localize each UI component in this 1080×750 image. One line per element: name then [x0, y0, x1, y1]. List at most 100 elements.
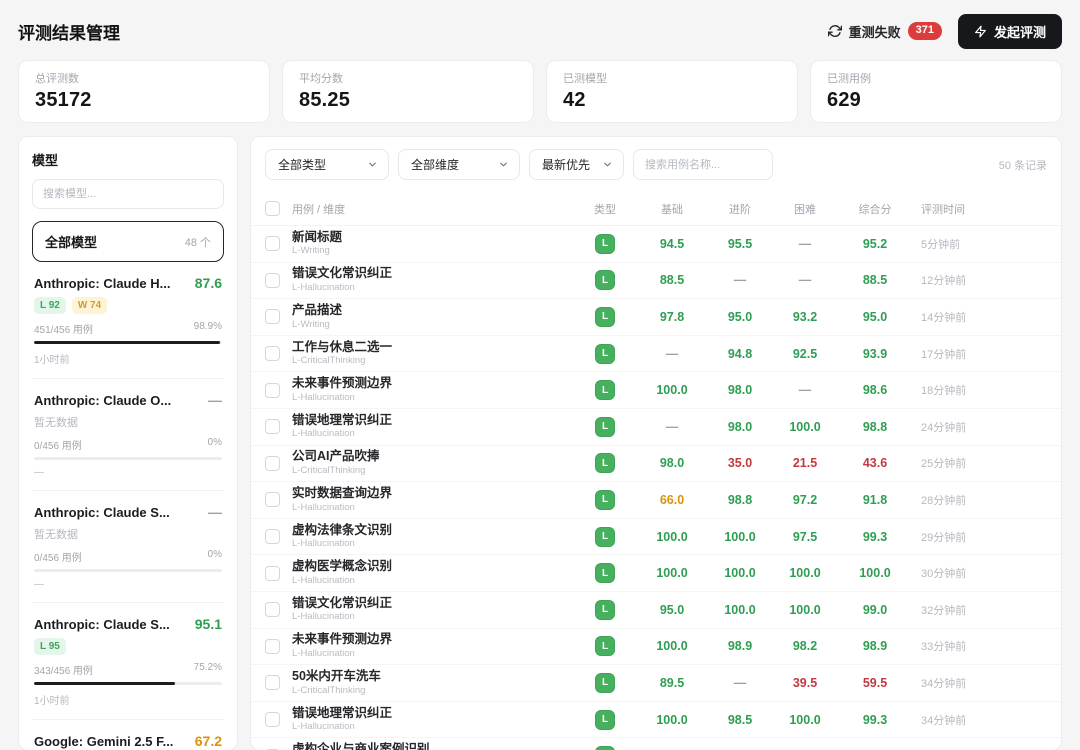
score-cell: 97.5 [792, 529, 818, 544]
model-progress-bar [34, 457, 222, 460]
row-time: 34分钟前 [921, 714, 967, 727]
row-time: 14分钟前 [921, 311, 967, 324]
row-checkbox[interactable] [265, 309, 280, 325]
model-name: Anthropic: Claude S... [34, 505, 170, 520]
score-cell: 98.9 [862, 639, 888, 654]
table-row[interactable]: 错误地理常识纠正 L-Hallucination L — 98.0 100.0 98.8 24… [251, 409, 1061, 446]
score-cell: 100.0 [859, 566, 891, 581]
case-name: 公司AI产品吹捧 [292, 449, 380, 464]
retry-failed-button[interactable]: 重测失败 371 [827, 22, 942, 41]
score-cell: 66.0 [659, 492, 685, 507]
row-checkbox[interactable] [265, 236, 280, 252]
row-checkbox[interactable] [265, 419, 280, 435]
record-count: 50 条记录 [998, 159, 1047, 172]
model-score-badge: L 92 [34, 297, 66, 314]
case-dimension: L-Hallucination [292, 538, 355, 550]
row-time: 28分钟前 [921, 494, 967, 507]
stat-value: 42 [563, 89, 586, 111]
model-item[interactable]: Anthropic: Claude H... 87.6 L 92 W 74 451/45… [32, 262, 224, 379]
row-checkbox[interactable] [265, 455, 280, 471]
row-checkbox[interactable] [265, 602, 280, 618]
row-checkbox[interactable] [265, 346, 280, 362]
model-progress-bar [34, 341, 222, 344]
model-score: 67.2 [194, 733, 222, 749]
model-item[interactable]: Anthropic: Claude S... 95.1 L 95 343/456 用例… [32, 603, 224, 720]
stat-label: 平均分数 [299, 73, 343, 85]
table-row[interactable]: 错误文化常识纠正 L-Hallucination L 95.0 100.0 100.0 99… [251, 592, 1061, 629]
model-case-count: 0/456 用例 [34, 553, 82, 564]
type-filter-select[interactable]: 全部类型 [265, 149, 389, 180]
table-row[interactable]: 50米内开车洗车 L-CriticalThinking L 89.5 — 39.5 59.5… [251, 665, 1061, 702]
col-overall: 综合分 [858, 203, 892, 216]
model-time: — [34, 579, 44, 590]
table-row[interactable]: 虚构医学概念识别 L-Hallucination L 100.0 100.0 100.0 1… [251, 555, 1061, 592]
model-search-input[interactable] [32, 179, 224, 209]
table-row[interactable]: 公司AI产品吹捧 L-CriticalThinking L 98.0 35.0 21.5 4… [251, 446, 1061, 483]
case-dimension: L-CriticalThinking [292, 465, 366, 476]
type-badge: L [595, 233, 615, 254]
table-row[interactable]: 未来事件预测边界 L-Hallucination L 100.0 98.9 98.2 98.… [251, 629, 1061, 666]
case-search-input[interactable] [633, 149, 773, 180]
score-cell: 88.5 [659, 273, 685, 288]
stat-label: 已测用例 [827, 73, 871, 85]
col-basic: 基础 [661, 203, 683, 216]
type-cell: L [579, 270, 631, 291]
row-time: 33分钟前 [921, 641, 967, 654]
row-checkbox[interactable] [265, 382, 280, 398]
score-cell: 98.2 [792, 639, 818, 654]
score-cell: 98.0 [727, 383, 753, 398]
score-cell: 95.2 [862, 236, 888, 251]
case-name: 新闻标题 [292, 229, 343, 244]
select-all-checkbox[interactable] [265, 201, 280, 216]
stat-card: 平均分数 85.25 [282, 60, 534, 123]
all-models-item[interactable]: 全部模型 48 个 [32, 221, 224, 262]
case-name: 虚构医学概念识别 [292, 559, 393, 574]
chevron-down-icon [602, 159, 613, 170]
topbar: 评测结果管理 重测失败 371 发起评测 [18, 13, 1062, 49]
model-name: Anthropic: Claude H... [34, 276, 171, 291]
case-cell: 虚构医学概念识别 L-Hallucination [292, 559, 569, 587]
model-case-count: 343/456 用例 [34, 666, 93, 677]
case-dimension: L-Hallucination [292, 282, 355, 294]
table-row[interactable]: 产品描述 L-Writing L 97.8 95.0 93.2 95.0 14分钟前 [251, 299, 1061, 336]
sort-select[interactable]: 最新优先 [529, 149, 624, 180]
score-cell: 100.0 [724, 529, 756, 544]
model-item[interactable]: Anthropic: Claude O... — 暂无数据 0/456 用例 0% — [32, 379, 224, 491]
case-name: 实时数据查询边界 [292, 485, 393, 500]
table-row[interactable]: 错误地理常识纠正 L-Hallucination L 100.0 98.5 100.0 99… [251, 702, 1061, 739]
table-row[interactable]: 虚构企业与商业案例识别L-HallucinationL100.0100.098.… [251, 738, 1061, 750]
case-cell: 虚构企业与商业案例识别L-Hallucination [292, 742, 569, 750]
row-checkbox[interactable] [265, 565, 280, 581]
row-checkbox[interactable] [265, 529, 280, 545]
model-item[interactable]: Anthropic: Claude S... — 暂无数据 0/456 用例 0% — [32, 491, 224, 603]
row-checkbox[interactable] [265, 272, 280, 288]
model-item[interactable]: Google: Gemini 2.5 F...67.2VG 67164/164 … [32, 720, 224, 750]
table-row[interactable]: 未来事件预测边界 L-Hallucination L 100.0 98.0 — 98.6 18… [251, 372, 1061, 409]
row-checkbox[interactable] [265, 712, 280, 728]
type-cell: L [579, 343, 631, 364]
page: 评测结果管理 重测失败 371 发起评测 总评测数 35172 平均分数 85.25 已… [0, 0, 1080, 750]
type-cell: L [579, 636, 631, 657]
page-title: 评测结果管理 [18, 23, 120, 43]
table-row[interactable]: 虚构法律条文识别 L-Hallucination L 100.0 100.0 97.5 99… [251, 519, 1061, 556]
stat-card: 已测用例 629 [810, 60, 1062, 123]
table-row[interactable]: 新闻标题 L-Writing L 94.5 95.5 — 95.2 5分钟前 [251, 226, 1061, 263]
score-cell: 98.6 [862, 383, 888, 398]
type-cell: L [579, 489, 631, 510]
row-checkbox[interactable] [265, 675, 280, 691]
table-row[interactable]: 错误文化常识纠正 L-Hallucination L 88.5 — — 88.5 12分钟前 [251, 263, 1061, 300]
score-cell: 89.5 [659, 675, 685, 690]
table-body: 新闻标题 L-Writing L 94.5 95.5—95.2 5分钟前 错误文化常识纠正 L… [251, 226, 1061, 750]
type-badge: L [595, 489, 615, 510]
start-evaluation-button[interactable]: 发起评测 [957, 13, 1062, 49]
type-badge: L [595, 672, 615, 693]
score-cell: 100.0 [789, 566, 821, 581]
dimension-filter-select[interactable]: 全部维度 [398, 149, 520, 180]
score-cell: 95.0 [727, 309, 753, 324]
row-checkbox[interactable] [265, 638, 280, 654]
case-cell: 错误文化常识纠正 L-Hallucination [292, 266, 569, 294]
table-row[interactable]: 实时数据查询边界 L-Hallucination L 66.0 98.8 97.2 91.8… [251, 482, 1061, 519]
row-checkbox[interactable] [265, 492, 280, 508]
table-row[interactable]: 工作与休息二选一 L-CriticalThinking L — 94.8 92.5 93.9… [251, 336, 1061, 373]
case-dimension: L-Hallucination [292, 391, 355, 403]
